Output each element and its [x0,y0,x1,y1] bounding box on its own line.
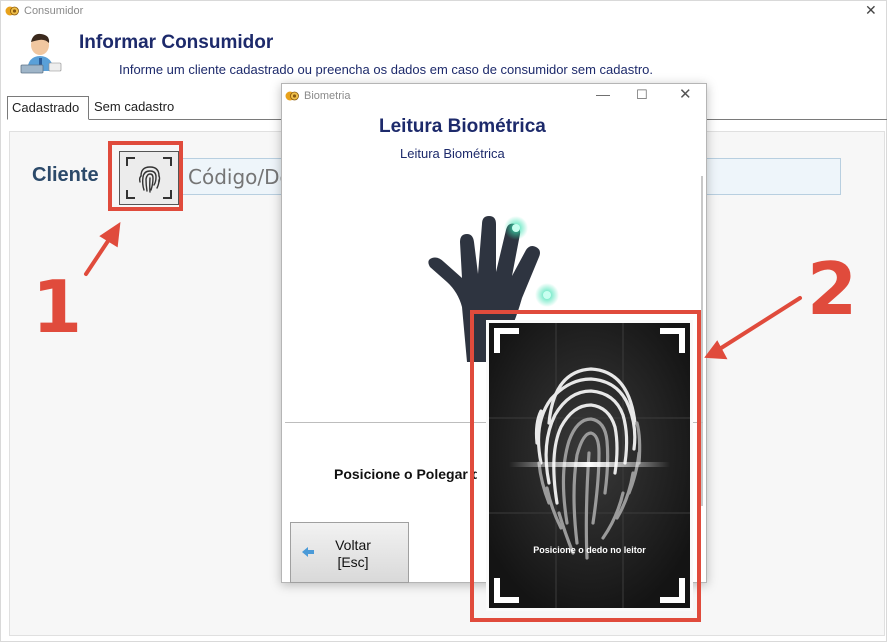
close-icon[interactable]: ✕ [865,2,877,19]
user-avatar-icon [20,33,62,74]
back-arrow-icon [302,547,314,557]
back-button-label-line2: [Esc] [337,554,369,570]
annotation-number-2: 2 [807,247,858,331]
instruction-text: Posicione o Polegar d [334,466,477,482]
page-subtitle: Informe um cliente cadastrado ou preench… [119,62,654,77]
app-logo-icon [285,91,299,101]
page-title: Informar Consumidor [79,32,274,53]
minimize-icon[interactable]: — [596,86,610,102]
window-title: Consumidor [24,5,84,17]
scrollbar[interactable] [701,176,703,506]
back-button-label-line1: Voltar [335,537,371,553]
annotation-number-1: 1 [32,265,83,349]
close-icon[interactable]: ✕ [679,85,692,103]
tab-cadastrado[interactable]: Cadastrado [7,96,89,120]
back-button-label: Voltar [Esc] [323,537,383,571]
tab-sem-cadastro[interactable]: Sem cadastro [90,96,190,120]
dialog-subheading: Leitura Biométrica [400,146,505,161]
cliente-label: Cliente [32,164,99,186]
app-logo-icon [5,6,19,16]
annotation-box-2 [470,310,701,622]
dialog-titlebar: Biometria — ☐ ✕ [282,84,706,108]
titlebar: Consumidor ✕ [1,1,887,23]
dialog-title: Biometria [304,90,351,102]
back-button[interactable]: Voltar [Esc] [290,522,409,583]
annotation-box-1 [108,141,183,211]
dialog-heading: Leitura Biométrica [379,116,546,137]
maximize-icon[interactable]: ☐ [636,87,648,103]
